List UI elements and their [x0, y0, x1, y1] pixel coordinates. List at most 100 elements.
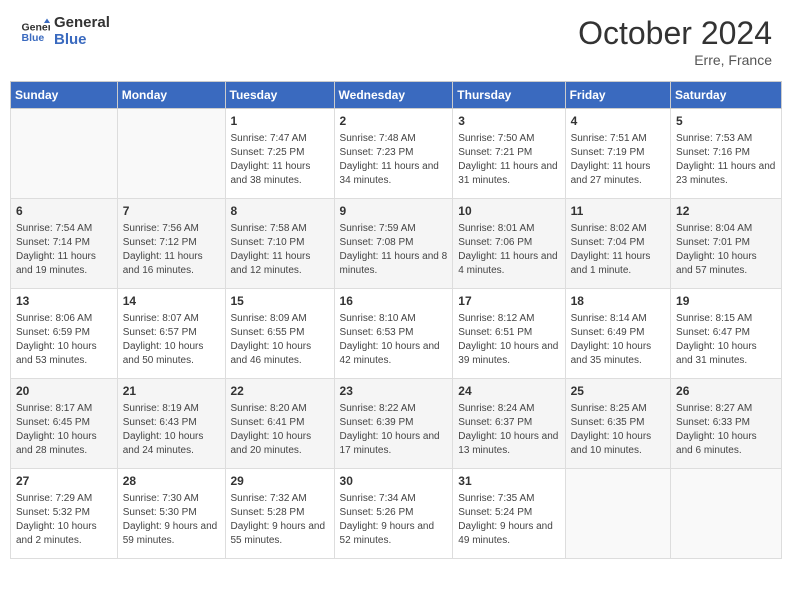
calendar-cell: 15Sunrise: 8:09 AM Sunset: 6:55 PM Dayli… — [225, 289, 334, 379]
calendar-week-row: 13 Sunrise: 8:06 AM Sunset: 6:59 PM Dayli… — [11, 289, 782, 379]
day-number: 27 — [16, 473, 112, 490]
calendar-cell: 31Sunrise: 7:35 AM Sunset: 5:24 PM Dayli… — [453, 469, 565, 559]
day-info: Sunrise: 8:10 AM Sunset: 6:53 PM Dayligh… — [340, 312, 448, 368]
calendar-cell — [11, 109, 118, 199]
calendar-cell: 13 Sunrise: 8:06 AM Sunset: 6:59 PM Dayli… — [11, 289, 118, 379]
calendar-cell: 17 Sunrise: 8:12 AM Sunset: 6:51 PM Dayli… — [453, 289, 565, 379]
day-number: 13 — [16, 293, 112, 310]
day-info: Sunrise: 8:15 AM Sunset: 6:47 PM Dayligh… — [676, 312, 776, 368]
calendar-cell: 4Sunrise: 7:51 AM Sunset: 7:19 PM Daylig… — [565, 109, 670, 199]
day-info: Sunrise: 8:12 AM Sunset: 6:51 PM Dayligh… — [458, 312, 559, 368]
day-info: Sunrise: 8:20 AM Sunset: 6:41 PM Dayligh… — [231, 402, 329, 458]
day-number: 9 — [340, 203, 448, 220]
day-info: Sunrise: 8:27 AM Sunset: 6:33 PM Dayligh… — [676, 402, 776, 458]
day-info: Sunrise: 7:29 AM Sunset: 5:32 PM Dayligh… — [16, 492, 112, 548]
calendar-cell: 28 Sunrise: 7:30 AM Sunset: 5:30 PM Dayli… — [117, 469, 225, 559]
day-info: Sunrise: 7:56 AM Sunset: 7:12 PM Dayligh… — [123, 222, 220, 278]
calendar-cell: 24Sunrise: 8:24 AM Sunset: 6:37 PM Dayli… — [453, 379, 565, 469]
day-info: Sunrise: 7:47 AM Sunset: 7:25 PM Dayligh… — [231, 132, 329, 188]
day-info: Sunrise: 7:32 AM Sunset: 5:28 PM Dayligh… — [231, 492, 329, 548]
day-info: Sunrise: 7:35 AM Sunset: 5:24 PM Dayligh… — [458, 492, 559, 548]
weekday-header-wednesday: Wednesday — [334, 82, 453, 109]
calendar-week-row: 20Sunrise: 8:17 AM Sunset: 6:45 PM Dayli… — [11, 379, 782, 469]
day-info: Sunrise: 7:50 AM Sunset: 7:21 PM Dayligh… — [458, 132, 559, 188]
calendar-cell: 10 Sunrise: 8:01 AM Sunset: 7:06 PM Dayli… — [453, 199, 565, 289]
day-number: 21 — [123, 383, 220, 400]
calendar-week-row: 1 Sunrise: 7:47 AM Sunset: 7:25 PM Daylig… — [11, 109, 782, 199]
day-info: Sunrise: 8:14 AM Sunset: 6:49 PM Dayligh… — [571, 312, 665, 368]
weekday-header-saturday: Saturday — [671, 82, 782, 109]
page-header: General Blue General Blue October 2024 E… — [10, 10, 782, 73]
svg-text:Blue: Blue — [22, 32, 45, 44]
location-label: Erre, France — [578, 52, 772, 68]
calendar-cell: 29 Sunrise: 7:32 AM Sunset: 5:28 PM Dayli… — [225, 469, 334, 559]
calendar-cell: 2 Sunrise: 7:48 AM Sunset: 7:23 PM Daylig… — [334, 109, 453, 199]
day-info: Sunrise: 8:02 AM Sunset: 7:04 PM Dayligh… — [571, 222, 665, 278]
day-number: 8 — [231, 203, 329, 220]
calendar-header: SundayMondayTuesdayWednesdayThursdayFrid… — [11, 82, 782, 109]
day-info: Sunrise: 7:34 AM Sunset: 5:26 PM Dayligh… — [340, 492, 448, 548]
day-info: Sunrise: 7:30 AM Sunset: 5:30 PM Dayligh… — [123, 492, 220, 548]
title-area: October 2024 Erre, France — [578, 15, 772, 68]
day-number: 22 — [231, 383, 329, 400]
calendar-cell: 8Sunrise: 7:58 AM Sunset: 7:10 PM Daylig… — [225, 199, 334, 289]
month-year-title: October 2024 — [578, 15, 772, 52]
calendar-cell: 5Sunrise: 7:53 AM Sunset: 7:16 PM Daylig… — [671, 109, 782, 199]
calendar-cell: 16 Sunrise: 8:10 AM Sunset: 6:53 PM Dayli… — [334, 289, 453, 379]
day-number: 30 — [340, 473, 448, 490]
day-number: 29 — [231, 473, 329, 490]
day-number: 1 — [231, 113, 329, 130]
day-info: Sunrise: 7:59 AM Sunset: 7:08 PM Dayligh… — [340, 222, 448, 278]
day-number: 16 — [340, 293, 448, 310]
day-number: 6 — [16, 203, 112, 220]
weekday-header-friday: Friday — [565, 82, 670, 109]
day-number: 10 — [458, 203, 559, 220]
day-number: 2 — [340, 113, 448, 130]
calendar-cell: 21 Sunrise: 8:19 AM Sunset: 6:43 PM Dayli… — [117, 379, 225, 469]
day-info: Sunrise: 8:07 AM Sunset: 6:57 PM Dayligh… — [123, 312, 220, 368]
day-number: 28 — [123, 473, 220, 490]
day-info: Sunrise: 8:01 AM Sunset: 7:06 PM Dayligh… — [458, 222, 559, 278]
weekday-header-tuesday: Tuesday — [225, 82, 334, 109]
calendar-cell: 26 Sunrise: 8:27 AM Sunset: 6:33 PM Dayli… — [671, 379, 782, 469]
calendar-table: SundayMondayTuesdayWednesdayThursdayFrid… — [10, 81, 782, 559]
weekday-header-sunday: Sunday — [11, 82, 118, 109]
calendar-cell: 7Sunrise: 7:56 AM Sunset: 7:12 PM Daylig… — [117, 199, 225, 289]
day-number: 3 — [458, 113, 559, 130]
calendar-cell: 11 Sunrise: 8:02 AM Sunset: 7:04 PM Dayli… — [565, 199, 670, 289]
calendar-cell: 20Sunrise: 8:17 AM Sunset: 6:45 PM Dayli… — [11, 379, 118, 469]
calendar-cell: 25Sunrise: 8:25 AM Sunset: 6:35 PM Dayli… — [565, 379, 670, 469]
calendar-cell — [117, 109, 225, 199]
day-number: 12 — [676, 203, 776, 220]
day-info: Sunrise: 8:19 AM Sunset: 6:43 PM Dayligh… — [123, 402, 220, 458]
day-info: Sunrise: 8:22 AM Sunset: 6:39 PM Dayligh… — [340, 402, 448, 458]
day-number: 17 — [458, 293, 559, 310]
calendar-cell: 1 Sunrise: 7:47 AM Sunset: 7:25 PM Daylig… — [225, 109, 334, 199]
day-number: 23 — [340, 383, 448, 400]
day-number: 26 — [676, 383, 776, 400]
calendar-cell: 6Sunrise: 7:54 AM Sunset: 7:14 PM Daylig… — [11, 199, 118, 289]
calendar-cell: 12 Sunrise: 8:04 AM Sunset: 7:01 PM Dayli… — [671, 199, 782, 289]
day-info: Sunrise: 8:04 AM Sunset: 7:01 PM Dayligh… — [676, 222, 776, 278]
weekday-header-monday: Monday — [117, 82, 225, 109]
calendar-cell: 3 Sunrise: 7:50 AM Sunset: 7:21 PM Daylig… — [453, 109, 565, 199]
day-info: Sunrise: 8:09 AM Sunset: 6:55 PM Dayligh… — [231, 312, 329, 368]
calendar-cell: 30 Sunrise: 7:34 AM Sunset: 5:26 PM Dayli… — [334, 469, 453, 559]
logo: General Blue General Blue — [20, 15, 110, 48]
day-number: 25 — [571, 383, 665, 400]
calendar-cell: 23 Sunrise: 8:22 AM Sunset: 6:39 PM Dayli… — [334, 379, 453, 469]
calendar-cell: 14Sunrise: 8:07 AM Sunset: 6:57 PM Dayli… — [117, 289, 225, 379]
day-info: Sunrise: 7:48 AM Sunset: 7:23 PM Dayligh… — [340, 132, 448, 188]
calendar-week-row: 6Sunrise: 7:54 AM Sunset: 7:14 PM Daylig… — [11, 199, 782, 289]
day-info: Sunrise: 8:06 AM Sunset: 6:59 PM Dayligh… — [16, 312, 112, 368]
calendar-cell — [671, 469, 782, 559]
day-number: 24 — [458, 383, 559, 400]
day-number: 4 — [571, 113, 665, 130]
calendar-cell — [565, 469, 670, 559]
day-number: 18 — [571, 293, 665, 310]
day-number: 11 — [571, 203, 665, 220]
calendar-cell: 22 Sunrise: 8:20 AM Sunset: 6:41 PM Dayli… — [225, 379, 334, 469]
day-number: 20 — [16, 383, 112, 400]
logo-icon: General Blue — [20, 17, 50, 47]
calendar-cell: 18 Sunrise: 8:14 AM Sunset: 6:49 PM Dayli… — [565, 289, 670, 379]
